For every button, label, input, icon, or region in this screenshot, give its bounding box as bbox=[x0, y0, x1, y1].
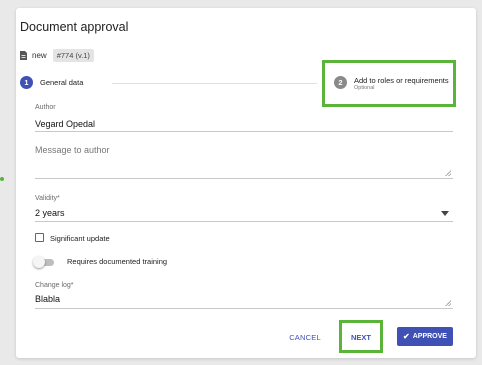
approve-label: APPROVE bbox=[412, 333, 447, 340]
author-label: Author bbox=[35, 104, 56, 111]
step-connector bbox=[112, 83, 317, 84]
change-log-underline bbox=[35, 308, 453, 309]
step-label-add-to-roles: Add to roles or requirements bbox=[354, 76, 449, 85]
documented-training-label: Requires documented training bbox=[67, 257, 168, 266]
step-label-general-data: General data bbox=[40, 78, 84, 87]
message-underline bbox=[35, 178, 453, 179]
step-number-2: 2 bbox=[334, 76, 347, 89]
toggle-knob[interactable] bbox=[33, 256, 45, 268]
author-underline bbox=[35, 131, 453, 132]
next-button[interactable]: NEXT bbox=[342, 329, 380, 345]
validity-label: Validity* bbox=[35, 195, 60, 202]
document-version-badge: #774 (v.1) bbox=[52, 49, 94, 62]
document-status: new bbox=[32, 51, 47, 60]
step-sublabel-optional: Optional bbox=[354, 85, 375, 91]
step-general-data[interactable]: 1 General data bbox=[20, 76, 83, 89]
validity-select[interactable]: 2 years bbox=[35, 208, 65, 218]
document-info: new #774 (v.1) bbox=[20, 49, 94, 62]
change-log-resize-handle[interactable] bbox=[445, 300, 451, 306]
author-field[interactable]: Vegard Opedal bbox=[35, 119, 95, 129]
dialog-title: Document approval bbox=[20, 20, 129, 34]
change-log-input[interactable]: Blabla bbox=[35, 294, 60, 304]
step-number-1: 1 bbox=[20, 76, 33, 89]
cancel-button[interactable]: CANCEL bbox=[285, 329, 325, 345]
significant-update-checkbox[interactable] bbox=[35, 233, 44, 242]
message-resize-handle[interactable] bbox=[445, 170, 451, 176]
step-add-to-roles[interactable]: 2 Add to roles or requirements Optional bbox=[334, 76, 449, 92]
significant-update-label: Significant update bbox=[50, 234, 110, 243]
document-icon bbox=[20, 51, 27, 60]
edge-marker bbox=[0, 177, 4, 181]
validity-underline bbox=[35, 221, 453, 222]
checkmark-icon: ✔ bbox=[403, 332, 410, 341]
change-log-label: Change log* bbox=[35, 282, 74, 289]
message-to-author-input[interactable]: Message to author bbox=[35, 145, 110, 155]
approve-button[interactable]: ✔ APPROVE bbox=[397, 327, 453, 346]
chevron-down-icon[interactable] bbox=[441, 211, 449, 216]
